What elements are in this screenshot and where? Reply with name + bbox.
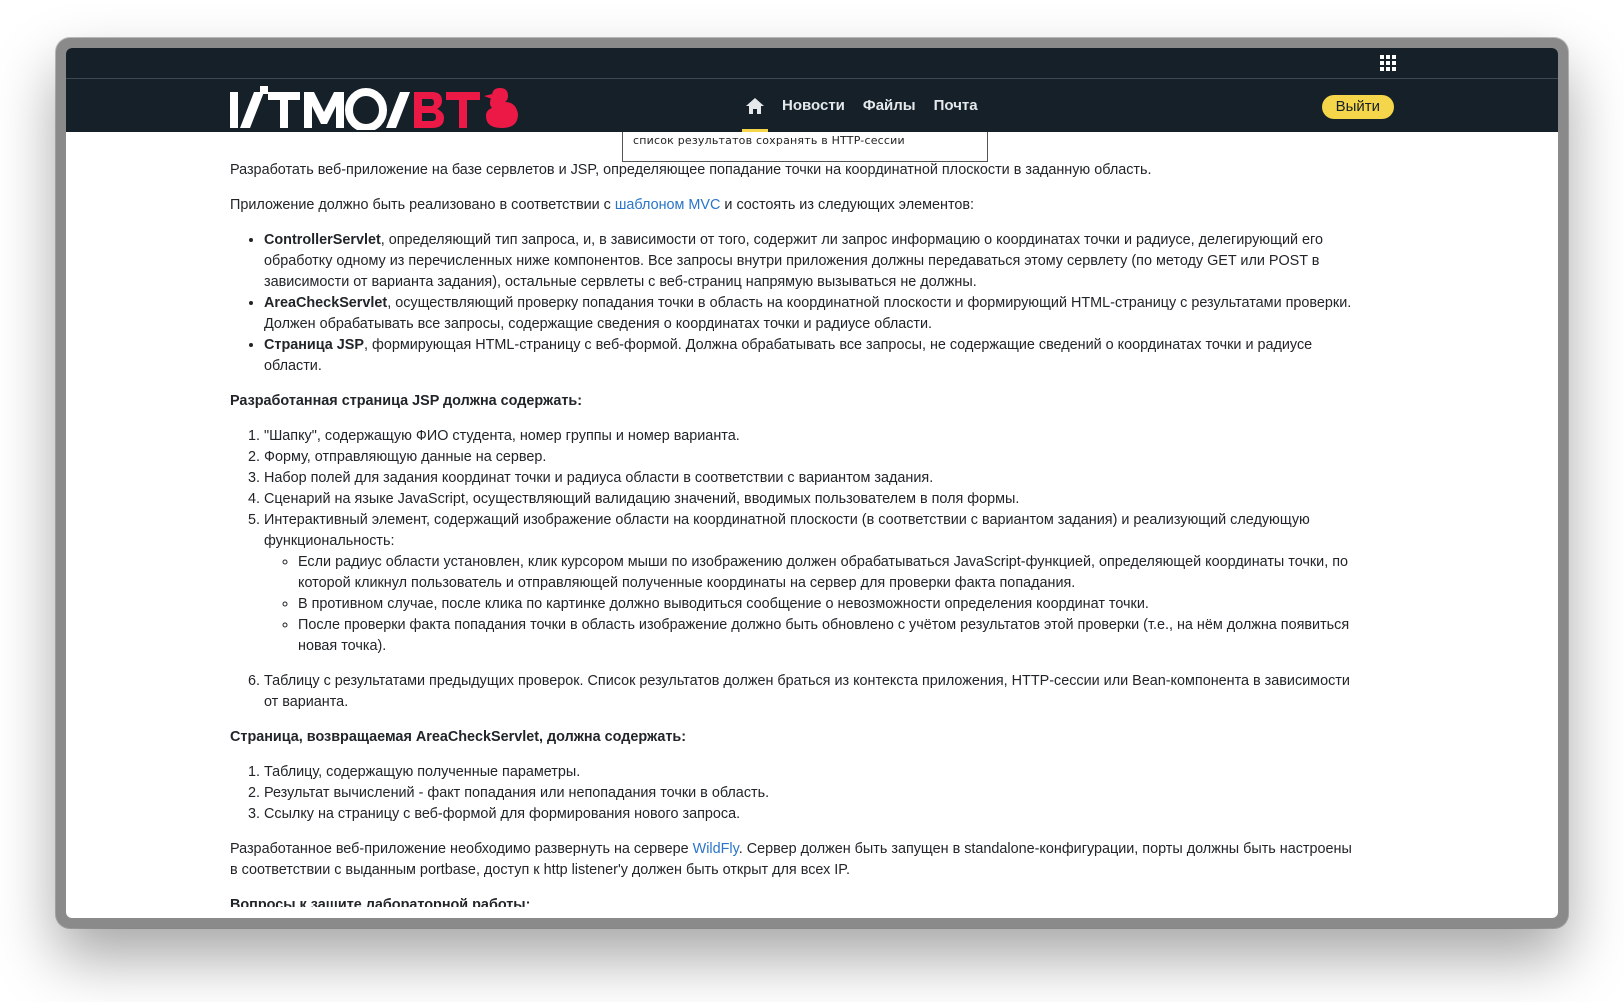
list-item: Если радиус области установлен, клик кур… (298, 552, 1360, 594)
mvc-text-before: Приложение должно быть реализовано в соо… (230, 197, 615, 213)
nav-home[interactable] (742, 79, 768, 132)
components-list: ControllerServlet, определяющий тип запр… (230, 230, 1360, 377)
main-nav: Новости Файлы Почта (742, 79, 978, 132)
list-item: Результат вычислений - факт попадания ил… (264, 783, 1360, 804)
jsp-heading: Разработанная страница JSP должна содерж… (230, 393, 583, 409)
list-item: Страница JSP, формирующая HTML-страницу … (264, 335, 1360, 377)
list-item: Набор полей для задания координат точки … (264, 468, 1360, 489)
list-item: Таблицу, содержащую полученные параметры… (264, 762, 1360, 783)
nav-news[interactable]: Новости (782, 97, 845, 114)
nav-mail[interactable]: Почта (934, 97, 978, 114)
wildfly-paragraph: Разработанное веб-приложение необходимо … (230, 839, 1360, 881)
page-content: Разработать веб-приложение на базе сервл… (230, 160, 1360, 918)
component-text: , формирующая HTML-страницу с веб-формой… (264, 337, 1313, 374)
component-text: , осуществляющий проверку попадания точк… (264, 295, 1352, 332)
list-item: В противном случае, после клика по карти… (298, 594, 1360, 615)
questions-heading: Вопросы к защите лабораторной работы: (230, 897, 531, 907)
jsp-requirements-list: "Шапку", содержащую ФИО студента, номер … (230, 426, 1360, 713)
nav-files[interactable]: Файлы (863, 97, 916, 114)
site-navbar: Новости Файлы Почта Выйти (66, 79, 1558, 132)
list-item: ControllerServlet, определяющий тип запр… (264, 230, 1360, 293)
interactive-element-text: Интерактивный элемент, содержащий изобра… (264, 512, 1310, 549)
home-icon (746, 97, 764, 114)
mvc-paragraph: Приложение должно быть реализовано в соо… (230, 195, 1360, 216)
wildfly-link[interactable]: WildFly (693, 841, 739, 857)
top-bar (66, 48, 1558, 79)
mvc-link[interactable]: шаблоном MVC (615, 197, 721, 213)
logout-button[interactable]: Выйти (1321, 95, 1394, 119)
list-item: Сценарий на языке JavaScript, осуществля… (264, 489, 1360, 510)
list-item: Ссылку на страницу с веб-формой для форм… (264, 804, 1360, 825)
list-item: После проверки факта попадания точки в о… (298, 615, 1360, 657)
logo-mark (230, 86, 518, 130)
component-name: ControllerServlet (264, 232, 381, 248)
component-name: AreaCheckServlet (264, 295, 388, 311)
list-item: Форму, отправляющую данные на сервер. (264, 447, 1360, 468)
interactive-sublist: Если радиус области установлен, клик кур… (264, 552, 1360, 657)
mvc-text-after: и состоять из следующих элементов: (720, 197, 975, 213)
list-item: Таблицу с результатами предыдущих провер… (264, 671, 1360, 713)
component-text: , определяющий тип запроса, и, в зависим… (264, 232, 1323, 290)
wildfly-text-before: Разработанное веб-приложение необходимо … (230, 841, 693, 857)
areacheck-heading: Страница, возвращаемая AreaCheckServlet,… (230, 729, 687, 745)
itmo-bt-logo[interactable] (230, 85, 518, 130)
browser-window: Новости Файлы Почта Выйти Разработать ве… (66, 48, 1558, 918)
areacheck-list: Таблицу, содержащую полученные параметры… (230, 762, 1360, 825)
intro-text: Разработать веб-приложение на базе сервл… (230, 162, 1152, 178)
list-item: "Шапку", содержащую ФИО студента, номер … (264, 426, 1360, 447)
tooltip: список результатов сохранять в HTTP-сесс… (622, 132, 988, 162)
list-item: Интерактивный элемент, содержащий изобра… (264, 510, 1360, 657)
list-item: AreaCheckServlet, осуществляющий проверк… (264, 293, 1360, 335)
component-name: Страница JSP (264, 337, 364, 353)
apps-grid-icon[interactable] (1380, 55, 1396, 71)
